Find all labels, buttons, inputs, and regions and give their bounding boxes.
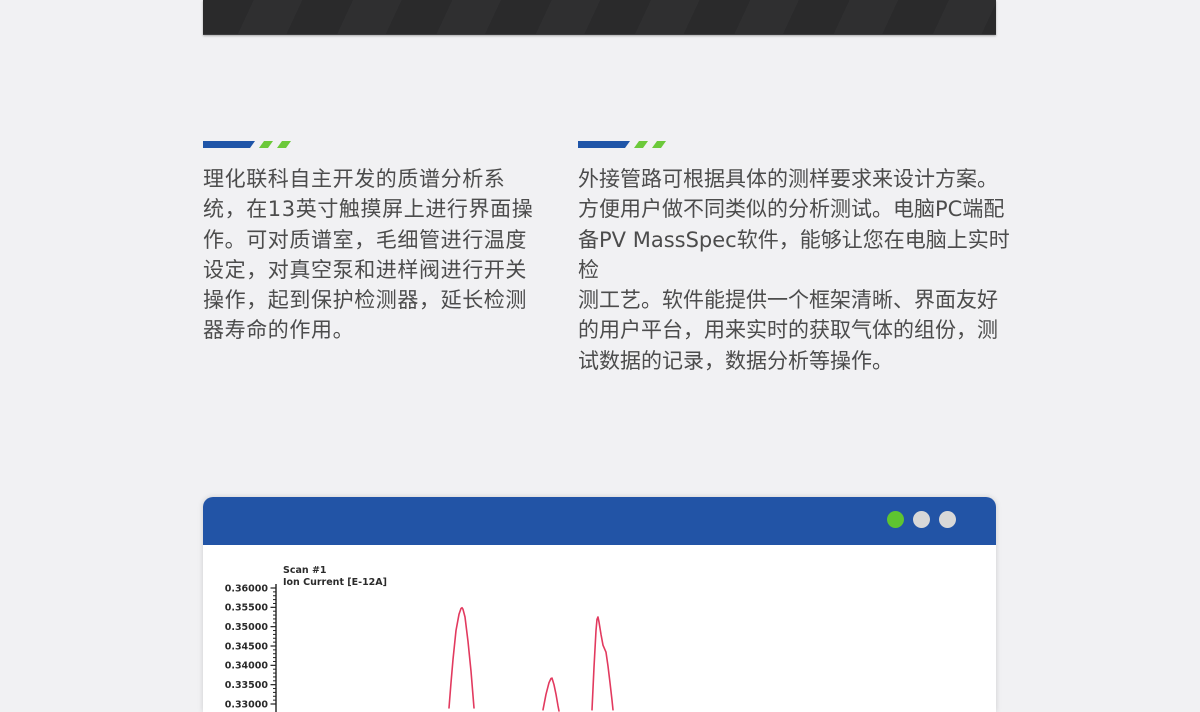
ion-current-trace <box>592 617 613 710</box>
y-tick-label: 0.33500 <box>225 680 269 691</box>
y-tick-label: 0.34000 <box>225 661 269 672</box>
y-tick-label: 0.34500 <box>225 641 269 652</box>
software-window-mockup: 0.36000 0.35500 0.35000 0.34500 0.34000 0.335… <box>203 497 996 712</box>
accent-bar-blue <box>578 141 630 148</box>
accent-divider-left <box>203 141 291 148</box>
accent-dash-green-2 <box>652 141 666 148</box>
window-button-gray-2[interactable] <box>939 511 956 528</box>
y-tick-label: 0.36000 <box>225 583 269 594</box>
y-tick-label: 0.35000 <box>225 622 269 633</box>
y-tick-label: 0.33000 <box>225 699 269 710</box>
y-tick-label: 0.35500 <box>225 603 269 614</box>
chart-title: Scan #1 <box>283 565 327 576</box>
ion-current-trace <box>543 678 559 711</box>
window-titlebar <box>203 497 996 545</box>
feature-text-software: 外接管路可根据具体的测样要求来设计方案。 方便用户做不同类似的分析测试。电脑PC… <box>578 164 1018 376</box>
hero-image-bottom-strip <box>203 0 996 35</box>
accent-divider-right <box>578 141 666 148</box>
ion-current-trace <box>449 608 474 708</box>
ion-current-chart: 0.36000 0.35500 0.35000 0.34500 0.34000 0.335… <box>203 545 996 712</box>
feature-text-touchscreen: 理化联科自主开发的质谱分析系 统，在13英寸触摸屏上进行界面操 作。可对质谱室，… <box>203 164 543 346</box>
accent-dash-green-1 <box>259 141 273 148</box>
window-control-buttons <box>887 511 956 528</box>
chart-ylabel: Ion Current [E-12A] <box>283 577 387 588</box>
window-button-gray-1[interactable] <box>913 511 930 528</box>
accent-dash-green-1 <box>634 141 648 148</box>
accent-bar-blue <box>203 141 255 148</box>
accent-dash-green-2 <box>277 141 291 148</box>
window-button-green[interactable] <box>887 511 904 528</box>
